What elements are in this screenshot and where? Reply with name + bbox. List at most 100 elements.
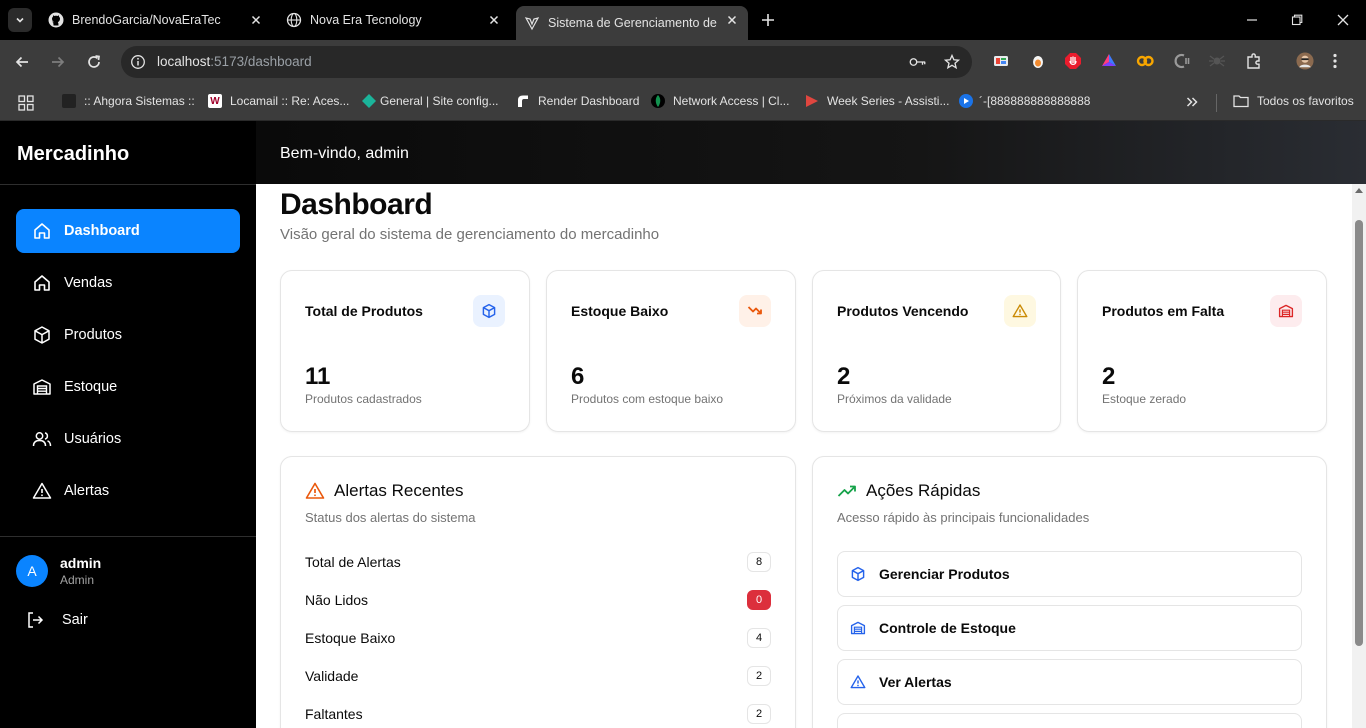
arrow-left-icon (15, 56, 28, 68)
browser-chrome: BrendoGarcia/NovaEraTec Nova Era Tecnolo… (0, 0, 1366, 121)
app-root: Mercadinho Dashboard Vendas Produtos Est… (0, 121, 1366, 728)
apps-grid-icon (18, 95, 34, 111)
extension-icon[interactable] (1208, 52, 1226, 70)
action-button-partial[interactable] (837, 713, 1302, 728)
count-badge: 4 (747, 628, 771, 648)
bookmark-star-icon[interactable] (943, 53, 961, 71)
warehouse-icon (850, 619, 868, 637)
extension-icon[interactable] (1029, 52, 1047, 70)
bookmark-item[interactable]: ´-[888888888888888 (959, 94, 1090, 108)
quick-actions-header: Ações Rápidas (837, 481, 980, 501)
url-path: :5173/dashboard (210, 54, 312, 69)
logout-icon (26, 611, 44, 629)
extension-icon[interactable] (1064, 52, 1082, 70)
scroll-up-arrow[interactable] (1355, 188, 1363, 193)
tab-title: Nova Era Tecnology (310, 13, 422, 27)
forward-button[interactable] (48, 52, 68, 72)
tab-close-button[interactable] (486, 12, 502, 28)
brand-title: Mercadinho (0, 121, 256, 185)
url-text[interactable]: localhost:5173/dashboard (157, 54, 312, 69)
page-title: Dashboard (280, 188, 433, 221)
scroll-thumb[interactable] (1355, 220, 1363, 646)
minimize-button[interactable] (1242, 10, 1262, 30)
stat-value: 6 (571, 363, 585, 390)
stat-card-estoque-baixo: Estoque Baixo 6 Produtos com estoque bai… (546, 270, 796, 432)
alert-label: Não Lidos (305, 592, 369, 608)
quick-actions-subtitle: Acesso rápido às principais funcionalida… (837, 510, 1090, 525)
user-info: admin Admin (60, 555, 101, 587)
stat-title: Total de Produtos (305, 303, 423, 319)
address-bar[interactable]: localhost:5173/dashboard (121, 46, 972, 78)
action-label: Gerenciar Produtos (879, 566, 1010, 582)
extension-icon[interactable] (1136, 52, 1154, 70)
browser-tab[interactable]: BrendoGarcia/NovaEraTec (40, 6, 272, 34)
sidebar-item-dashboard[interactable]: Dashboard (16, 209, 240, 253)
globe-icon (286, 12, 302, 28)
site-info-icon[interactable] (129, 53, 147, 71)
back-button[interactable] (12, 52, 32, 72)
extensions-puzzle-icon[interactable] (1245, 52, 1263, 70)
play-circle-icon (959, 94, 973, 108)
ver-alertas-button[interactable]: Ver Alertas (837, 659, 1302, 705)
sidebar-item-usuarios[interactable]: Usuários (16, 417, 240, 461)
close-window-button[interactable] (1333, 10, 1353, 30)
close-icon (251, 15, 261, 25)
tab-close-button[interactable] (248, 12, 264, 28)
stat-value: 2 (837, 363, 851, 390)
main-content: Dashboard Visão geral do sistema de gere… (256, 184, 1352, 728)
bookmark-label: Render Dashboard (538, 94, 640, 108)
stat-card-total-produtos: Total de Produtos 11 Produtos cadastrado… (280, 270, 530, 432)
browser-toolbar: localhost:5173/dashboard (0, 40, 1366, 84)
extension-icon[interactable] (1100, 52, 1118, 70)
stat-value: 11 (305, 363, 331, 390)
sidebar-item-estoque[interactable]: Estoque (16, 365, 240, 409)
bookmark-item[interactable]: Week Series - Assisti... (805, 94, 949, 108)
bookmark-item[interactable]: General | Site config... (362, 94, 499, 108)
tab-close-button[interactable] (724, 12, 740, 28)
sidebar-item-label: Alertas (64, 483, 110, 499)
more-bookmarks-button[interactable] (1186, 96, 1198, 108)
bookmark-label: Network Access | Cl... (673, 94, 790, 108)
close-icon (489, 15, 499, 25)
bookmark-item[interactable]: W Locamail :: Re: Aces... (208, 94, 349, 108)
bookmark-item[interactable]: Render Dashboard (516, 94, 639, 108)
extension-icon[interactable] (1172, 52, 1190, 70)
controle-estoque-button[interactable]: Controle de Estoque (837, 605, 1302, 651)
extension-icon[interactable] (992, 52, 1010, 70)
password-key-icon[interactable] (909, 53, 927, 71)
tab-search-button[interactable] (8, 8, 32, 32)
alert-label: Faltantes (305, 706, 363, 722)
sidebar-item-produtos[interactable]: Produtos (16, 313, 240, 357)
welcome-text: Bem-vindo, admin (280, 145, 409, 162)
logout-label: Sair (62, 612, 88, 628)
vite-icon (524, 17, 540, 31)
restore-button[interactable] (1287, 10, 1307, 30)
sidebar-item-vendas[interactable]: Vendas (16, 261, 240, 305)
bookmark-item[interactable]: Network Access | Cl... (651, 94, 789, 108)
logout-button[interactable]: Sair (26, 611, 88, 629)
sidebar-item-label: Estoque (64, 379, 118, 395)
bookmarks-separator (1216, 94, 1217, 112)
user-profile: A admin Admin (16, 555, 101, 587)
action-label: Controle de Estoque (879, 620, 1016, 636)
action-label: Ver Alertas (879, 674, 952, 690)
bookmarks-bar: :: Ahgora Sistemas :: W Locamail :: Re: A… (0, 84, 1366, 121)
browser-tab[interactable]: Nova Era Tecnology (278, 6, 510, 34)
browser-tab-active[interactable]: Sistema de Gerenciamento de M (516, 6, 748, 40)
apps-grid-button[interactable] (18, 95, 34, 111)
all-bookmarks-folder[interactable]: Todos os favoritos (1233, 94, 1354, 108)
reload-button[interactable] (84, 52, 104, 72)
scrollbar[interactable] (1352, 184, 1366, 728)
gerenciar-produtos-button[interactable]: Gerenciar Produtos (837, 551, 1302, 597)
sidebar-item-alertas[interactable]: Alertas (16, 469, 240, 513)
quick-actions-panel: Ações Rápidas Acesso rápido às principai… (812, 456, 1327, 728)
bookmark-item[interactable]: :: Ahgora Sistemas :: (62, 94, 195, 108)
profile-avatar[interactable] (1296, 52, 1314, 70)
stat-value: 2 (1102, 363, 1116, 390)
alert-triangle-icon (1004, 295, 1036, 327)
alert-row-total: Total de Alertas 8 (305, 551, 771, 573)
menu-kebab-icon[interactable] (1326, 52, 1344, 70)
stat-card-produtos-vencendo: Produtos Vencendo 2 Próximos da validade (812, 270, 1061, 432)
new-tab-button[interactable] (758, 10, 778, 30)
alerts-panel-subtitle: Status dos alertas do sistema (305, 510, 476, 525)
